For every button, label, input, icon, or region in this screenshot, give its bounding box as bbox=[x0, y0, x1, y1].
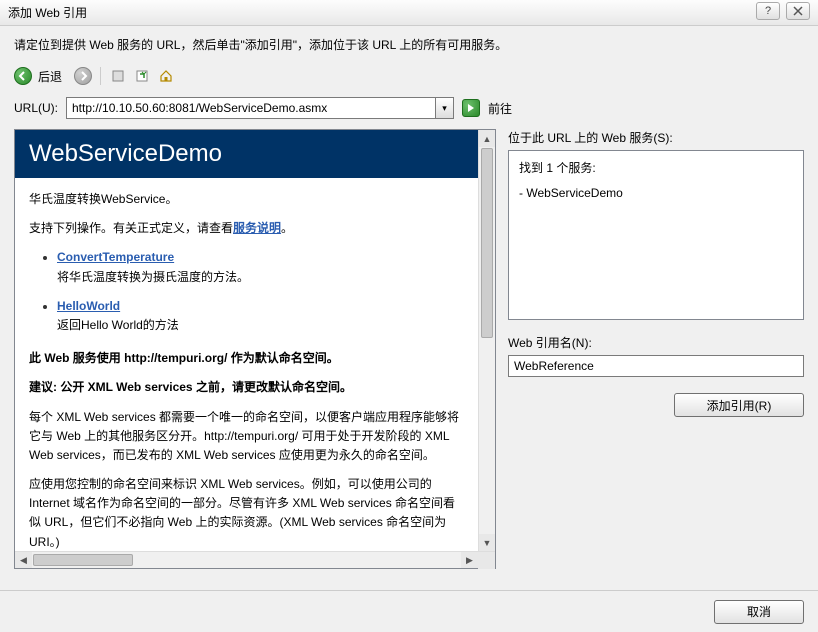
forward-button[interactable] bbox=[74, 67, 92, 85]
ref-name-input[interactable] bbox=[508, 355, 804, 377]
scroll-right-button[interactable]: ▶ bbox=[461, 552, 478, 568]
window-title: 添加 Web 引用 bbox=[8, 4, 87, 21]
ws-description: 华氏温度转换WebService。 bbox=[29, 190, 464, 209]
back-button[interactable] bbox=[14, 67, 32, 85]
right-pane: 位于此 URL 上的 Web 服务(S): 找到 1 个服务: - WebSer… bbox=[508, 129, 804, 569]
scroll-down-button[interactable]: ▼ bbox=[479, 534, 495, 551]
go-button[interactable] bbox=[462, 99, 480, 117]
scroll-up-button[interactable]: ▲ bbox=[479, 130, 495, 147]
url-input[interactable] bbox=[66, 97, 436, 119]
refresh-icon[interactable] bbox=[133, 67, 151, 85]
ws-recommendation: 建议: 公开 XML Web services 之前，请更改默认命名空间。 bbox=[29, 378, 464, 397]
titlebar: 添加 Web 引用 ? bbox=[0, 0, 818, 26]
dialog-footer: 取消 bbox=[0, 590, 818, 632]
separator bbox=[100, 67, 101, 85]
services-found-text: 找到 1 个服务: bbox=[519, 159, 793, 176]
back-label: 后退 bbox=[38, 68, 62, 85]
webservice-title: WebServiceDemo bbox=[15, 130, 478, 178]
cancel-button[interactable]: 取消 bbox=[714, 600, 804, 624]
url-row: URL(U): ▾ 前往 bbox=[14, 97, 804, 119]
ws-namespace-text: 此 Web 服务使用 http://tempuri.org/ 作为默认命名空间。 bbox=[29, 349, 464, 368]
ws-para2: 应使用您控制的命名空间来标识 XML Web services。例如，可以使用公… bbox=[29, 475, 464, 551]
op-convert-temperature-link[interactable]: ConvertTemperature bbox=[57, 250, 174, 264]
url-dropdown[interactable]: ▾ bbox=[436, 97, 454, 119]
vertical-scrollbar[interactable]: ▲ ▼ bbox=[478, 130, 495, 551]
scroll-left-button[interactable]: ◀ bbox=[15, 552, 32, 568]
scroll-corner bbox=[478, 552, 495, 569]
ws-para1: 每个 XML Web services 都需要一个唯一的命名空间，以便客户端应用… bbox=[29, 408, 464, 466]
stop-icon[interactable] bbox=[109, 67, 127, 85]
op-desc: 返回Hello World的方法 bbox=[57, 318, 179, 332]
add-reference-button[interactable]: 添加引用(R) bbox=[674, 393, 804, 417]
close-button[interactable] bbox=[786, 2, 810, 20]
op-desc: 将华氏温度转换为摄氏温度的方法。 bbox=[57, 270, 249, 284]
services-list[interactable]: 找到 1 个服务: - WebServiceDemo bbox=[508, 150, 804, 320]
home-icon[interactable] bbox=[157, 67, 175, 85]
url-label: URL(U): bbox=[14, 101, 58, 115]
nav-toolbar: 后退 bbox=[14, 67, 804, 85]
ref-name-label: Web 引用名(N): bbox=[508, 334, 804, 351]
service-description-link[interactable]: 服务说明 bbox=[233, 221, 281, 235]
scroll-thumb[interactable] bbox=[481, 148, 493, 338]
ws-op-item: ConvertTemperature 将华氏温度转换为摄氏温度的方法。 bbox=[57, 248, 464, 286]
op-hello-world-link[interactable]: HelloWorld bbox=[57, 299, 120, 313]
service-item[interactable]: - WebServiceDemo bbox=[519, 186, 793, 200]
go-label: 前往 bbox=[488, 100, 512, 117]
horizontal-scrollbar[interactable]: ◀ ▶ bbox=[15, 551, 495, 568]
instruction-text: 请定位到提供 Web 服务的 URL，然后单击"添加引用"，添加位于该 URL … bbox=[14, 36, 804, 53]
services-label: 位于此 URL 上的 Web 服务(S): bbox=[508, 129, 804, 146]
hscroll-thumb[interactable] bbox=[33, 554, 133, 566]
help-button[interactable]: ? bbox=[756, 2, 780, 20]
ws-supported-ops: 支持下列操作。有关正式定义，请查看服务说明。 bbox=[29, 219, 464, 238]
ws-op-item: HelloWorld 返回Hello World的方法 bbox=[57, 297, 464, 335]
browser-pane: WebServiceDemo 华氏温度转换WebService。 支持下列操作。… bbox=[14, 129, 496, 569]
